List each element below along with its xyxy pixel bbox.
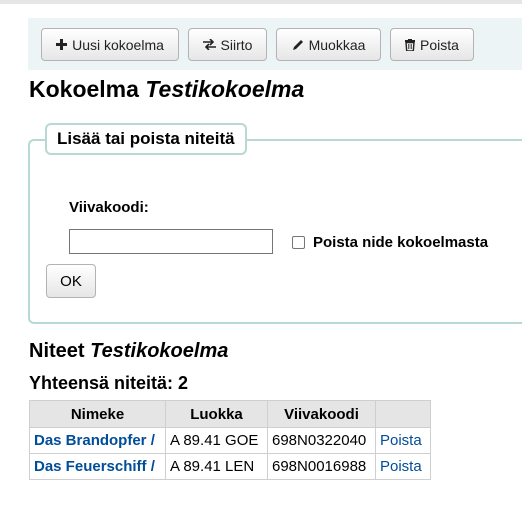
item-barcode: 698N0322040 <box>267 427 376 454</box>
transfer-button[interactable]: Siirto <box>188 28 267 61</box>
column-header-callnumber: Luokka <box>165 400 268 428</box>
item-action-cell: Poista <box>375 427 431 454</box>
remove-item-checkbox-label[interactable]: Poista nide kokoelmasta <box>313 234 488 251</box>
edit-label: Muokkaa <box>308 36 366 53</box>
barcode-input[interactable] <box>69 229 273 254</box>
items-heading: Niteet Testikokoelma <box>29 340 229 362</box>
column-header-title: Nimeke <box>29 400 166 428</box>
page-title: Kokoelma Testikokoelma <box>29 76 305 102</box>
remove-item-link[interactable]: Poista <box>380 458 422 475</box>
add-remove-legend: Lisää tai poista niteitä <box>45 123 247 155</box>
table-row: Das Feuerschiff / A 89.41 LEN 698N001698… <box>29 453 431 480</box>
trash-icon <box>405 38 416 51</box>
items-table: Nimeke Luokka Viivakoodi Das Brandopfer … <box>29 400 431 480</box>
delete-button[interactable]: Poista <box>390 28 474 61</box>
table-header-row: Nimeke Luokka Viivakoodi <box>29 400 431 428</box>
pencil-icon <box>292 39 304 51</box>
remove-item-link[interactable]: Poista <box>380 432 422 449</box>
item-title-cell: Das Brandopfer / <box>29 427 166 454</box>
toolbar: Uusi kokoelma Siirto Muokkaa Poista <box>28 18 522 70</box>
column-header-action <box>375 400 431 428</box>
item-callnumber: A 89.41 LEN <box>165 453 268 480</box>
remove-item-checkbox[interactable] <box>292 236 305 249</box>
item-title-cell: Das Feuerschiff / <box>29 453 166 480</box>
item-title-link[interactable]: Das Brandopfer / <box>34 432 155 449</box>
ok-button[interactable]: OK <box>46 264 96 298</box>
column-header-barcode: Viivakoodi <box>267 400 376 428</box>
transfer-label: Siirto <box>220 36 253 53</box>
plus-icon <box>56 39 68 50</box>
delete-label: Poista <box>420 36 459 53</box>
new-collection-label: Uusi kokoelma <box>72 36 164 53</box>
transfer-arrows-icon <box>202 39 216 50</box>
item-action-cell: Poista <box>375 453 431 480</box>
items-total: Yhteensä niteitä: 2 <box>29 373 189 393</box>
top-border <box>0 0 522 4</box>
table-row: Das Brandopfer / A 89.41 GOE 698N0322040… <box>29 427 431 454</box>
item-title-link[interactable]: Das Feuerschiff / <box>34 458 155 475</box>
edit-button[interactable]: Muokkaa <box>276 28 381 61</box>
item-barcode: 698N0016988 <box>267 453 376 480</box>
barcode-label: Viivakoodi: <box>69 199 149 216</box>
new-collection-button[interactable]: Uusi kokoelma <box>41 28 179 61</box>
item-callnumber: A 89.41 GOE <box>165 427 268 454</box>
